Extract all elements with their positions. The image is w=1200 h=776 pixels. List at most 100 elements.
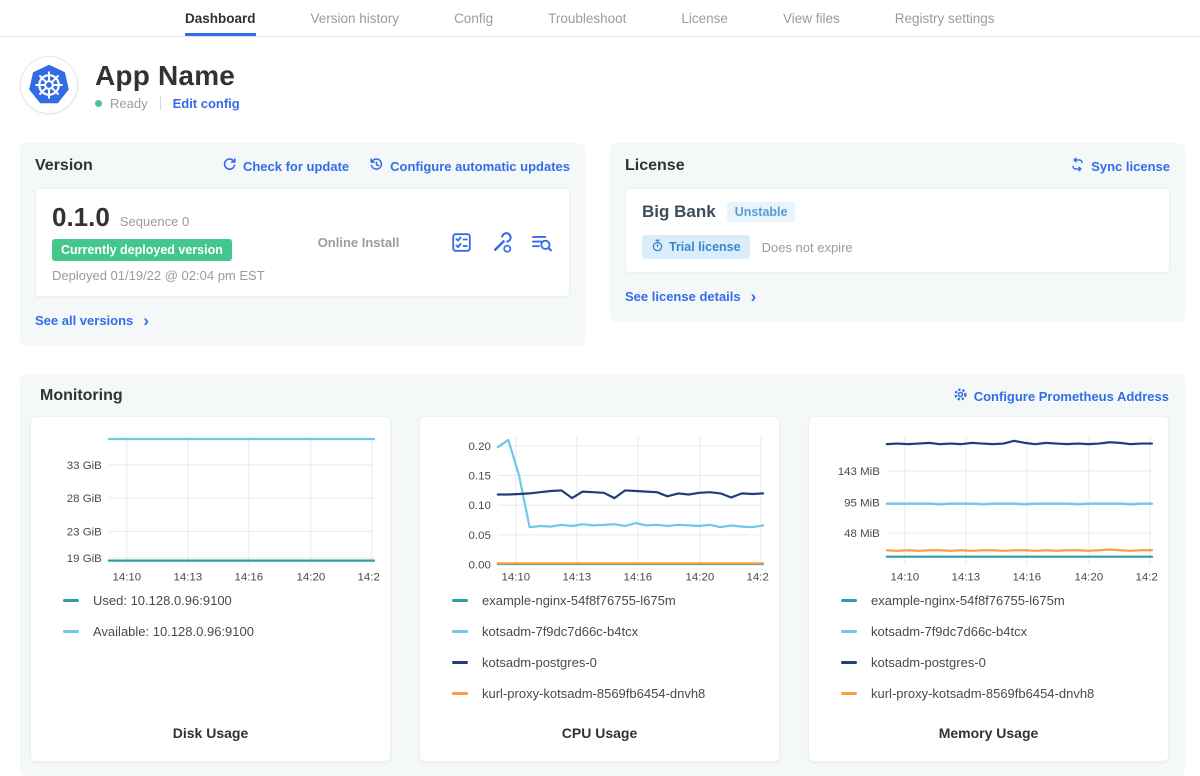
tab-troubleshoot[interactable]: Troubleshoot	[548, 0, 626, 36]
legend-label: example-nginx-54f8f76755-l675m	[871, 593, 1065, 608]
divider	[160, 96, 161, 110]
svg-text:23 GiB: 23 GiB	[67, 526, 102, 538]
svg-text:14:16: 14:16	[623, 572, 652, 584]
tab-registry-settings[interactable]: Registry settings	[895, 0, 995, 36]
legend-dash-icon	[452, 692, 468, 695]
legend-label: Available: 10.128.0.96:9100	[93, 624, 254, 639]
legend-dash-icon	[841, 599, 857, 602]
current-version-panel: 0.1.0 Sequence 0 Currently deployed vers…	[35, 188, 570, 297]
chart-card-cpu-usage: 14:1014:1314:1614:2014:230.200.150.100.0…	[419, 416, 780, 762]
chart-title: Memory Usage	[819, 717, 1158, 749]
check-for-update-link[interactable]: Check for update	[222, 157, 349, 175]
svg-text:0.05: 0.05	[469, 530, 491, 542]
legend-item: kurl-proxy-kotsadm-8569fb6454-dnvh8	[452, 686, 759, 701]
disk-usage-plot: 14:1014:1314:1614:2014:2333 GiB28 GiB23 …	[41, 429, 380, 589]
main-content: App Name Ready Edit config Version	[0, 37, 1200, 776]
app-header: App Name Ready Edit config	[20, 56, 1185, 114]
memory-usage-legend: example-nginx-54f8f76755-l675m kotsadm-7f…	[819, 589, 1158, 717]
legend-item: kotsadm-7f9dc7d66c-b4tcx	[841, 624, 1148, 639]
see-license-details-link[interactable]: See license details ›	[625, 288, 756, 305]
chart-card-memory-usage: 14:1014:1314:1614:2014:23143 MiB95 MiB48…	[808, 416, 1169, 762]
monitoring-section: Monitoring Configure Prometheus Address …	[20, 374, 1185, 776]
gear-icon	[953, 387, 968, 405]
svg-text:14:16: 14:16	[1012, 572, 1041, 584]
tab-dashboard[interactable]: Dashboard	[185, 0, 256, 36]
cards-row: Version Check for update	[20, 143, 1185, 346]
stopwatch-icon	[651, 239, 664, 255]
svg-text:14:13: 14:13	[952, 572, 981, 584]
preflight-checklist-icon[interactable]	[450, 231, 473, 254]
version-number: 0.1.0	[52, 202, 110, 233]
legend-dash-icon	[841, 630, 857, 633]
svg-text:14:10: 14:10	[113, 572, 142, 584]
cpu-usage-legend: example-nginx-54f8f76755-l675m kotsadm-7f…	[430, 589, 769, 717]
install-type-label: Online Install	[267, 235, 450, 250]
legend-label: kotsadm-postgres-0	[482, 655, 597, 670]
customer-name: Big Bank	[642, 202, 716, 222]
svg-text:19 GiB: 19 GiB	[67, 553, 102, 565]
chevron-right-icon: ›	[751, 288, 757, 305]
svg-text:33 GiB: 33 GiB	[67, 460, 102, 472]
svg-text:95 MiB: 95 MiB	[844, 497, 880, 509]
svg-text:0.20: 0.20	[469, 441, 491, 453]
nav-tabs: Dashboard Version history Config Troublesho…	[185, 0, 1200, 36]
legend-label: Used: 10.128.0.96:9100	[93, 593, 232, 608]
app-status: Ready	[110, 96, 148, 111]
configure-prometheus-link[interactable]: Configure Prometheus Address	[953, 387, 1169, 405]
chevron-right-icon: ›	[143, 312, 149, 329]
svg-text:14:20: 14:20	[1075, 572, 1104, 584]
legend-dash-icon	[452, 599, 468, 602]
legend-dash-icon	[452, 661, 468, 664]
svg-text:14:23: 14:23	[747, 572, 769, 584]
sync-arrows-icon	[1070, 157, 1085, 175]
svg-text:14:10: 14:10	[891, 572, 920, 584]
tab-config[interactable]: Config	[454, 0, 493, 36]
sequence-label: Sequence 0	[120, 214, 189, 229]
legend-label: kurl-proxy-kotsadm-8569fb6454-dnvh8	[871, 686, 1094, 701]
svg-text:0.10: 0.10	[469, 500, 491, 512]
chart-title: Disk Usage	[41, 717, 380, 749]
edit-config-link[interactable]: Edit config	[173, 96, 240, 111]
legend-item: kotsadm-postgres-0	[452, 655, 759, 670]
legend-item: kurl-proxy-kotsadm-8569fb6454-dnvh8	[841, 686, 1148, 701]
disk-usage-legend: Used: 10.128.0.96:9100 Available: 10.128.…	[41, 589, 380, 655]
cpu-usage-plot: 14:1014:1314:1614:2014:230.200.150.100.0…	[430, 429, 769, 589]
svg-text:14:10: 14:10	[502, 572, 531, 584]
deployed-timestamp: Deployed 01/19/22 @ 02:04 pm EST	[52, 268, 267, 283]
legend-item: kotsadm-7f9dc7d66c-b4tcx	[452, 624, 759, 639]
legend-dash-icon	[63, 599, 79, 602]
clock-refresh-icon	[369, 157, 384, 175]
legend-item: example-nginx-54f8f76755-l675m	[452, 593, 759, 608]
wrench-gear-icon[interactable]	[490, 231, 513, 254]
tab-version-history[interactable]: Version history	[311, 0, 400, 36]
legend-item: kotsadm-postgres-0	[841, 655, 1148, 670]
see-all-versions-link[interactable]: See all versions ›	[35, 312, 149, 329]
svg-text:14:23: 14:23	[358, 572, 380, 584]
legend-dash-icon	[841, 692, 857, 695]
svg-text:0.00: 0.00	[469, 560, 491, 572]
view-logs-icon[interactable]	[530, 231, 553, 254]
expiry-text: Does not expire	[762, 240, 853, 255]
legend-label: kotsadm-7f9dc7d66c-b4tcx	[871, 624, 1027, 639]
channel-badge: Unstable	[727, 202, 796, 222]
charts-row: 14:10 14:13 14:16 14:20 14:23 33 GiB 28 GiB 23 …	[30, 416, 1169, 762]
tab-view-files[interactable]: View files	[783, 0, 840, 36]
legend-item: Available: 10.128.0.96:9100	[63, 624, 370, 639]
sync-license-link[interactable]: Sync license	[1070, 157, 1170, 175]
license-card-title: License	[625, 157, 685, 175]
deployed-badge: Currently deployed version	[52, 239, 232, 261]
svg-text:28 GiB: 28 GiB	[67, 493, 102, 505]
svg-text:14:23: 14:23	[1136, 572, 1158, 584]
memory-usage-plot: 14:1014:1314:1614:2014:23143 MiB95 MiB48…	[819, 429, 1158, 589]
legend-label: kotsadm-7f9dc7d66c-b4tcx	[482, 624, 638, 639]
license-card: License Sync license Big Bank	[610, 143, 1185, 322]
version-card-title: Version	[35, 157, 93, 175]
configure-auto-updates-link[interactable]: Configure automatic updates	[369, 157, 570, 175]
legend-dash-icon	[63, 630, 79, 633]
chart-card-disk-usage: 14:1014:1314:1614:2014:2333 GiB28 GiB23 …	[30, 416, 391, 762]
legend-dash-icon	[841, 661, 857, 664]
chart-title: CPU Usage	[430, 717, 769, 749]
tab-license[interactable]: License	[681, 0, 728, 36]
legend-dash-icon	[452, 630, 468, 633]
legend-label: kotsadm-postgres-0	[871, 655, 986, 670]
